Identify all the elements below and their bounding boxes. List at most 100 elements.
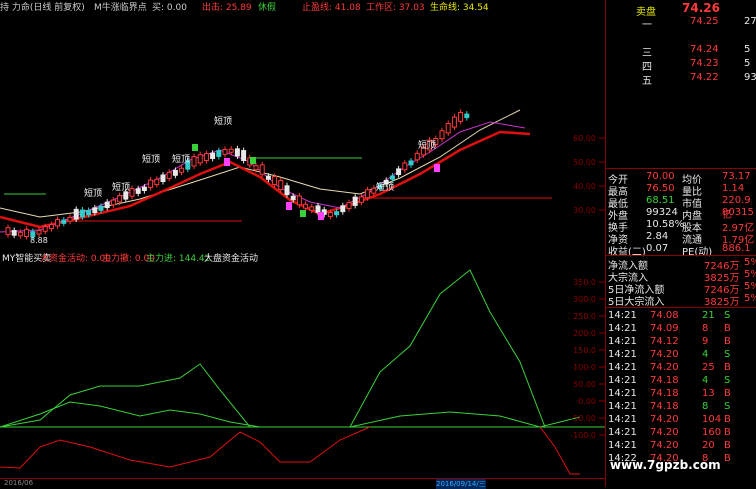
candle-body (284, 185, 290, 196)
tick-row-cell: 74.20 (650, 349, 679, 360)
flow-row: 5日净流入额7246万5% (606, 281, 756, 296)
candle-body (36, 229, 42, 235)
candlestick-chart[interactable]: 短顶短顶短顶 短顶短顶短顶短顶8.88 60.0050.0040.0030.00 (0, 12, 605, 250)
indicator-axis-label: 350.0 (573, 278, 596, 287)
indicator-axis-label: -100.0 (570, 431, 596, 440)
price-axis-label: 60.00 (573, 134, 596, 143)
stat-row-cell: 0.07 (646, 243, 669, 254)
tick-row-cell: 74.12 (650, 336, 679, 347)
candle-body (303, 203, 309, 209)
candle-body (172, 169, 178, 176)
candle-body (197, 154, 203, 164)
tick-row: 14:21 74.20 4 S (606, 349, 756, 361)
candle-body (129, 188, 135, 197)
tick-row-cell: S (724, 375, 731, 386)
signal-block (434, 164, 440, 172)
candle-body (148, 179, 154, 189)
tick-row-cell: B (724, 323, 731, 334)
candle-body (48, 223, 54, 230)
stat-row-cell: 99324 (646, 207, 678, 218)
ask-row: 一 74.25 27 (606, 16, 756, 31)
stat-row: 换手 10.58% 股本 2.97亿 (606, 219, 756, 234)
market-fund-line (0, 401, 581, 428)
tick-row-cell: 8 (702, 323, 709, 334)
candle-body (414, 152, 420, 161)
tick-row-cell: 14:21 (608, 414, 637, 425)
candle-body (17, 231, 23, 237)
candle-body (228, 148, 234, 153)
candle-body (458, 112, 464, 122)
tick-row-cell: 14:21 (608, 362, 637, 373)
tick-row-cell: 14:21 (608, 323, 637, 334)
candle-body (73, 208, 79, 220)
ask-row-cell: 三 (642, 48, 652, 59)
tick-row-cell: 4 (702, 349, 709, 360)
candle-body (340, 205, 346, 213)
flow-row-cell: 5% (744, 269, 756, 280)
candle-body (86, 209, 92, 216)
ask-row: 四 74.23 5 (606, 58, 756, 73)
short-top-label: 短顶 (376, 181, 394, 193)
tick-row: 14:21 74.20 25 B (606, 362, 756, 374)
stat-row-cell: 73.17 (722, 171, 751, 182)
flow-row-cell: 5% (744, 281, 756, 292)
candle-body (290, 195, 296, 201)
indicator-axis-label: 200.0 (573, 329, 596, 338)
fund-flow-indicator-chart[interactable]: 350.0 300.0 250.0 200.0 150.0 100.0 50.00 0.00 -… (0, 262, 605, 477)
short-top-label: 短顶 (172, 153, 190, 165)
tick-row-cell: B (724, 453, 731, 464)
candle-body (278, 179, 284, 191)
signal-block (224, 158, 230, 166)
tick-row-cell: 160 (702, 427, 722, 438)
tick-row: 14:21 74.12 9 B (606, 336, 756, 348)
candle-body (203, 153, 209, 162)
candle-body (464, 113, 470, 119)
candle-body (141, 186, 147, 191)
tick-row-cell: 74.20 (650, 427, 679, 438)
stat-row: 今开 70.00 均价 73.17 (606, 171, 756, 186)
main-force-out-line (0, 426, 371, 469)
ask-row-cell: 74.23 (690, 58, 719, 69)
stat-row-cell: 68.51 (646, 195, 675, 206)
candle-body (241, 150, 247, 162)
candle-body (439, 130, 445, 140)
tick-row-cell: 104 (702, 414, 722, 425)
candle-body (42, 226, 48, 232)
tick-row: 14:21 74.18 8 S (606, 401, 756, 413)
signal-block (300, 210, 306, 217)
candle-body (272, 176, 278, 185)
short-top-label: 短顶 (84, 187, 102, 199)
candle-body (222, 148, 228, 155)
flow-row-cell: 5% (744, 257, 756, 268)
candle-body (98, 205, 104, 211)
candle-body (135, 188, 141, 194)
candle-body (191, 156, 197, 167)
low-price-label: 8.88 (30, 236, 48, 245)
tick-row-cell: 20 (702, 440, 715, 451)
ask-row-1: 卖盘 74.26 (606, 1, 756, 18)
candle-body (451, 116, 457, 128)
tick-row: 14:21 74.20 104 B (606, 414, 756, 426)
tick-row-cell: 14:21 (608, 310, 637, 321)
stat-row: 净资 2.84 流通 1.79亿 (606, 231, 756, 246)
flow-row: 5日大宗流入 3825万 5% (606, 293, 756, 308)
tick-row-cell: 4 (702, 375, 709, 386)
main-indicator-bar: 持 力命(日线 前复权) M牛涨临界点 买: 0.00 出击: 25.89 休假… (0, 0, 605, 13)
tick-row-cell: 9 (702, 336, 709, 347)
ask-row-cell: 74.22 (690, 72, 719, 83)
tick-row-cell: B (724, 362, 731, 373)
price-axis-label: 50.00 (573, 158, 596, 167)
flow-row: 净流入额7246万5% (606, 257, 756, 272)
tick-row-cell: 14:21 (608, 375, 637, 386)
tick-row-cell: 14:21 (608, 349, 637, 360)
stat-row-cell: 886.1 (722, 243, 751, 254)
signal-block (192, 144, 198, 151)
ask-row-cell: 四 (642, 62, 652, 73)
ask-row-cell: 5 (744, 44, 751, 55)
tick-row-cell: 74.20 (650, 414, 679, 425)
candle-body (352, 196, 358, 206)
indicator-axis-label: 50.00 (573, 380, 596, 389)
price-axis-label: 40.00 (573, 182, 596, 191)
tick-row-cell: S (724, 349, 731, 360)
tick-row: 14:21 74.20 160 B (606, 427, 756, 439)
